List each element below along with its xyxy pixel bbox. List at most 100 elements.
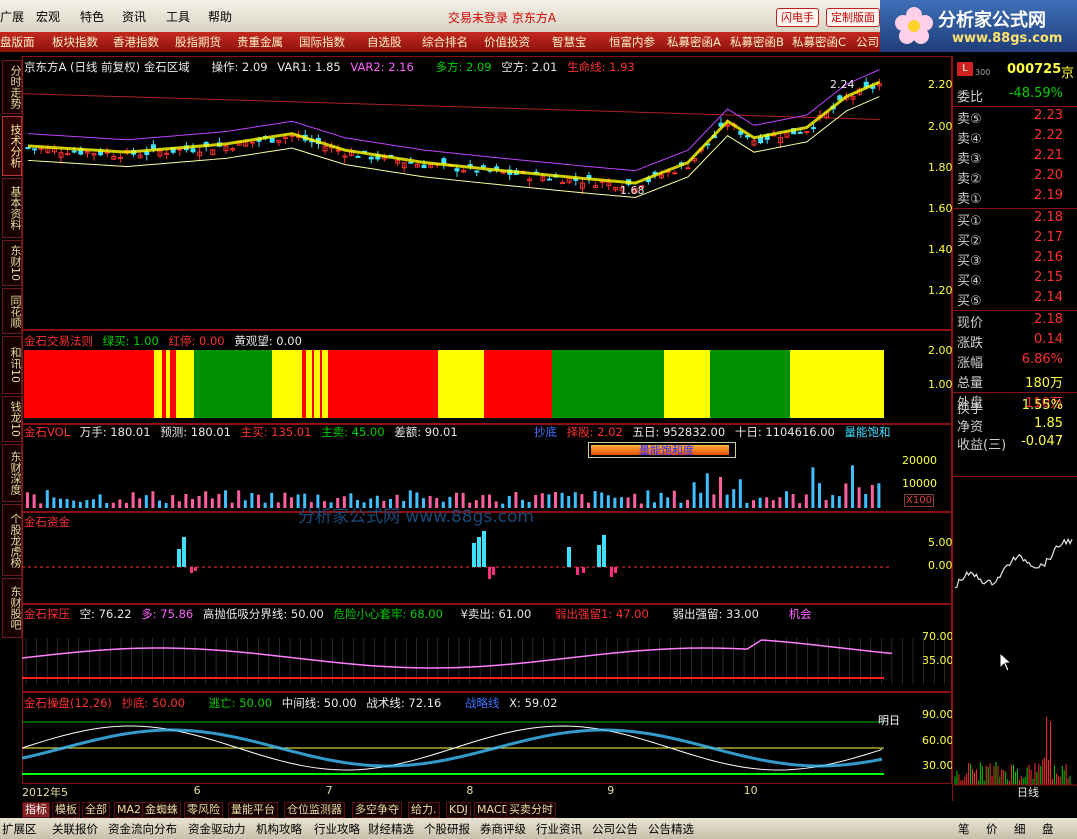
fn-rating[interactable]: 券商评级 bbox=[480, 821, 526, 837]
buy1-row[interactable]: 买① 2.18 bbox=[957, 210, 1075, 230]
nav-item[interactable]: 公司 bbox=[856, 34, 879, 50]
sell3-row[interactable]: 卖③ 2.21 bbox=[957, 148, 1075, 168]
vol-bar bbox=[851, 465, 854, 508]
vol-bar bbox=[798, 503, 802, 508]
tab-dongcai[interactable]: 东财10 bbox=[2, 240, 22, 286]
fn-finance[interactable]: 财经精选 bbox=[368, 821, 414, 837]
menu-news[interactable]: 资讯 bbox=[122, 8, 146, 25]
chart-area[interactable]: 京东方A (日线 前复权) 金石区域 操作: 2.09 VAR1: 1.85 V… bbox=[22, 56, 954, 801]
rule-block bbox=[170, 350, 176, 418]
tab-geili[interactable]: 给力. bbox=[408, 802, 440, 818]
tab-kdj[interactable]: KDJ bbox=[446, 802, 471, 818]
tab-indicator[interactable]: 指标 bbox=[22, 802, 50, 818]
tab-all[interactable]: 全部 bbox=[82, 802, 110, 818]
pressure-ytick: 35.00 bbox=[922, 654, 954, 667]
tab-golden-spider[interactable]: 金蜘蛛 bbox=[142, 802, 181, 818]
tab-technical[interactable]: 技术分析 bbox=[2, 116, 22, 176]
nav-item[interactable]: 香港指数 bbox=[113, 34, 159, 50]
stat-key: 收益(三) bbox=[957, 438, 1007, 453]
site-logo: 分析家公式网 www.88gs.com bbox=[880, 0, 1077, 52]
rule-ytick: 1.00 bbox=[928, 378, 953, 391]
tab-dongcai-depth[interactable]: 东财深度 bbox=[2, 444, 22, 502]
nav-item[interactable]: 股指期货 bbox=[175, 34, 221, 50]
menu-feature[interactable]: 特色 bbox=[80, 8, 104, 25]
fund-bar-up bbox=[597, 545, 601, 567]
tab-guba[interactable]: 东财股吧 bbox=[2, 578, 22, 638]
tab-zero-risk[interactable]: 零风险 bbox=[184, 802, 223, 818]
menu-expand[interactable]: 广展 bbox=[0, 8, 24, 25]
fn-announcement-pick[interactable]: 公告精选 bbox=[648, 821, 694, 837]
fn-related-quote[interactable]: 关联报价 bbox=[52, 821, 98, 837]
nav-item[interactable]: 国际指数 bbox=[299, 34, 345, 50]
custom-layout-button[interactable]: 定制版面 bbox=[826, 8, 880, 27]
fn-industry[interactable]: 行业攻略 bbox=[314, 821, 360, 837]
vol-bar bbox=[230, 502, 234, 508]
tab-tonghuashun[interactable]: 同花顺 bbox=[2, 288, 22, 334]
nav-item[interactable]: 私募密函C bbox=[792, 34, 846, 50]
nav-item[interactable]: 自选股 bbox=[367, 34, 402, 50]
mini-intraday-volume bbox=[954, 716, 1071, 785]
nav-item[interactable]: 综合排名 bbox=[422, 34, 468, 50]
buy4-row[interactable]: 买④ 2.15 bbox=[957, 270, 1075, 290]
mini-intraday-chart[interactable] bbox=[953, 477, 1077, 797]
sell2-row[interactable]: 卖② 2.20 bbox=[957, 168, 1075, 188]
vol-bar bbox=[686, 499, 689, 508]
nav-item[interactable]: 板块指数 bbox=[52, 34, 98, 50]
vol-zhumai2: 主卖: 45.00 bbox=[321, 425, 385, 439]
nav-item[interactable]: 私募密函B bbox=[730, 34, 784, 50]
stat-key: 涨跌 bbox=[957, 336, 984, 351]
tab-template[interactable]: 模板 bbox=[52, 802, 80, 818]
vol-title: 金石VOL bbox=[24, 425, 71, 439]
tab-intraday[interactable]: 分时走势 bbox=[2, 60, 22, 114]
sell4-row[interactable]: 卖④ 2.22 bbox=[957, 128, 1075, 148]
fund-bar-up bbox=[567, 547, 571, 567]
menu-help[interactable]: 帮助 bbox=[208, 8, 232, 25]
vol-zhumai: 主买: 135.01 bbox=[240, 425, 312, 439]
rtab-order[interactable]: 盘 bbox=[1042, 821, 1054, 837]
vol-bar bbox=[164, 503, 168, 508]
menu-tools[interactable]: 工具 bbox=[166, 8, 190, 25]
tab-qianlong[interactable]: 钱龙10 bbox=[2, 396, 22, 442]
sell1-row[interactable]: 卖① 2.19 bbox=[957, 188, 1075, 208]
kline-header: 京东方A (日线 前复权) 金石区域 操作: 2.09 VAR1: 1.85 V… bbox=[24, 59, 641, 75]
tab-buysell-intraday[interactable]: 买卖分时 bbox=[506, 802, 556, 818]
fn-research[interactable]: 个股研报 bbox=[424, 821, 470, 837]
fn-announcement[interactable]: 公司公告 bbox=[592, 821, 638, 837]
stat-value: 180万 bbox=[1025, 376, 1063, 391]
buy3-row[interactable]: 买③ 2.16 bbox=[957, 250, 1075, 270]
tab-ma2[interactable]: MA2 bbox=[114, 802, 145, 818]
change-pct-row: 涨幅 6.86% bbox=[957, 352, 1075, 372]
vol-bar bbox=[771, 500, 775, 508]
nav-item[interactable]: 盘版面 bbox=[0, 34, 35, 50]
buy2-row[interactable]: 买② 2.17 bbox=[957, 230, 1075, 250]
fn-industry-news[interactable]: 行业资讯 bbox=[536, 821, 582, 837]
menu-macro[interactable]: 宏观 bbox=[36, 8, 60, 25]
fn-fund-driver[interactable]: 资金驱动力 bbox=[188, 821, 246, 837]
tab-longshort[interactable]: 多空争夺 bbox=[352, 802, 402, 818]
buy-key: 买③ bbox=[957, 254, 982, 269]
nav-item[interactable]: 私募密函A bbox=[667, 34, 721, 50]
rtab-tick[interactable]: 笔 bbox=[958, 821, 970, 837]
fn-institution[interactable]: 机构攻略 bbox=[256, 821, 302, 837]
vol-bar bbox=[692, 482, 696, 508]
nav-item[interactable]: 恒富内参 bbox=[609, 34, 655, 50]
rtab-detail[interactable]: 细 bbox=[1014, 821, 1026, 837]
fn-fund-flow[interactable]: 资金流向分布 bbox=[108, 821, 177, 837]
vol-bar bbox=[738, 479, 742, 508]
fn-expand[interactable]: 扩展区 bbox=[2, 821, 37, 837]
vol-bar bbox=[620, 497, 623, 508]
var1-value: VAR1: 1.85 bbox=[277, 60, 341, 74]
tab-basic-info[interactable]: 基本资料 bbox=[2, 178, 22, 238]
nav-item[interactable]: 贵重金属 bbox=[237, 34, 283, 50]
vol-bar bbox=[184, 494, 188, 508]
tab-hexun[interactable]: 和讯10 bbox=[2, 336, 22, 394]
tab-volume-platform[interactable]: 量能平台 bbox=[228, 802, 278, 818]
nav-item[interactable]: 价值投资 bbox=[484, 34, 530, 50]
tab-position-monitor[interactable]: 仓位监测器 bbox=[284, 802, 345, 818]
sell5-row[interactable]: 卖⑤ 2.23 bbox=[957, 108, 1075, 128]
flash-trade-button[interactable]: 闪电手 bbox=[776, 8, 819, 27]
tab-dragon-tiger[interactable]: 个股龙虎榜 bbox=[2, 504, 22, 576]
buy5-row[interactable]: 买⑤ 2.14 bbox=[957, 290, 1075, 310]
nav-item[interactable]: 智慧宝 bbox=[552, 34, 587, 50]
rtab-price[interactable]: 价 bbox=[986, 821, 998, 837]
